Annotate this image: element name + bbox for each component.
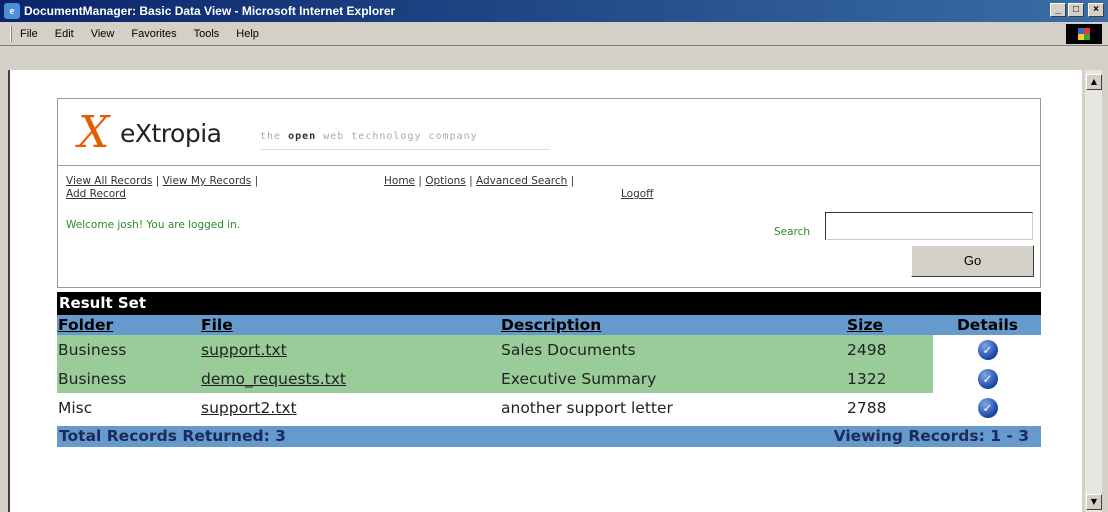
logo-banner: X eXtropia the open web technology compa… [58, 99, 1040, 166]
scroll-up-icon[interactable]: ▲ [1086, 74, 1102, 90]
logo-name: eXtropia [120, 119, 222, 148]
window-title: DocumentManager: Basic Data View - Micro… [24, 4, 396, 18]
total-records-label: Total Records Returned: 3 [59, 427, 286, 445]
close-button[interactable]: × [1088, 3, 1104, 17]
vertical-scrollbar[interactable]: ▲ ▼ [1084, 70, 1102, 512]
details-cell: ✓ [933, 335, 1041, 364]
file-link[interactable]: support2.txt [200, 393, 500, 422]
folder-cell: Misc [58, 398, 93, 417]
windows-logo-icon [1066, 24, 1102, 44]
menu-edit[interactable]: Edit [55, 28, 74, 40]
window-controls: _ □ × [1050, 3, 1104, 17]
search-label: Search [774, 226, 811, 238]
details-check-icon[interactable]: ✓ [977, 397, 998, 418]
extropia-logo-icon: X [78, 107, 110, 158]
table-row: Business support.txt Sales Documents 249… [57, 335, 1041, 364]
options-link[interactable]: Options [425, 175, 466, 187]
column-header-description[interactable]: Description [500, 315, 846, 335]
menu-help[interactable]: Help [236, 28, 259, 40]
add-record-link[interactable]: Add Record [66, 188, 126, 200]
menu-favorites[interactable]: Favorites [131, 28, 176, 40]
home-link[interactable]: Home [384, 175, 415, 187]
folder-cell: Business [57, 335, 200, 364]
menu-file[interactable]: File [20, 28, 38, 40]
menu-grip [10, 26, 12, 42]
menu-view[interactable]: View [91, 28, 115, 40]
search-input[interactable] [825, 212, 1033, 240]
logo-tagline: the open web technology company [260, 131, 478, 142]
nav-logoff: Logoff [621, 188, 653, 201]
go-button[interactable]: Go [911, 245, 1034, 277]
ie-page-icon: e [4, 3, 20, 19]
menu-bar: File Edit View Favorites Tools Help [0, 22, 1108, 46]
maximize-button[interactable]: □ [1068, 3, 1084, 17]
toolbar-area [0, 46, 1108, 70]
header-box: X eXtropia the open web technology compa… [57, 98, 1041, 288]
file-link[interactable]: support.txt [200, 335, 500, 364]
view-my-records-link[interactable]: View My Records [163, 175, 252, 187]
description-cell: another support letter [501, 398, 673, 417]
scroll-down-icon[interactable]: ▼ [1086, 494, 1102, 510]
title-bar: e DocumentManager: Basic Data View - Mic… [0, 0, 1108, 22]
viewing-records-label: Viewing Records: 1 - 3 [833, 427, 1029, 445]
table-header-row: Folder File Description Size Details [57, 315, 1041, 335]
window-border-right [1102, 46, 1108, 512]
results-table: Folder File Description Size Details Bus… [57, 315, 1041, 422]
page-content: X eXtropia the open web technology compa… [57, 98, 1041, 447]
welcome-message: Welcome josh! You are logged in. [66, 219, 241, 231]
logoff-link[interactable]: Logoff [621, 188, 653, 200]
window-border-left [0, 70, 8, 512]
size-cell: 2788 [847, 398, 887, 417]
nav-right: Home | Options | Advanced Search | [384, 175, 575, 187]
results-footer: Total Records Returned: 3 Viewing Record… [57, 426, 1041, 447]
size-cell: 1322 [846, 364, 933, 393]
details-check-icon[interactable]: ✓ [977, 339, 998, 360]
table-row: Business demo_requests.txt Executive Sum… [57, 364, 1041, 393]
view-all-records-link[interactable]: View All Records [66, 175, 152, 187]
file-link[interactable]: demo_requests.txt [200, 364, 500, 393]
table-row: Misc support2.txt another support letter… [57, 393, 1041, 422]
minimize-button[interactable]: _ [1050, 3, 1066, 17]
nav-left: View All Records | View My Records | Add… [66, 175, 259, 200]
result-set-title: Result Set [57, 292, 1041, 315]
logo-divider [260, 149, 550, 150]
folder-cell: Business [57, 364, 200, 393]
column-header-file[interactable]: File [200, 315, 500, 335]
description-cell: Sales Documents [500, 335, 846, 364]
description-cell: Executive Summary [500, 364, 846, 393]
details-cell: ✓ [933, 393, 1041, 422]
details-cell: ✓ [933, 364, 1041, 393]
column-header-details: Details [933, 315, 1041, 335]
column-header-folder[interactable]: Folder [57, 315, 200, 335]
menu-tools[interactable]: Tools [194, 28, 220, 40]
advanced-search-link[interactable]: Advanced Search [476, 175, 567, 187]
column-header-size[interactable]: Size [846, 315, 933, 335]
details-check-icon[interactable]: ✓ [977, 368, 998, 389]
size-cell: 2498 [846, 335, 933, 364]
browser-viewport: X eXtropia the open web technology compa… [8, 70, 1082, 512]
